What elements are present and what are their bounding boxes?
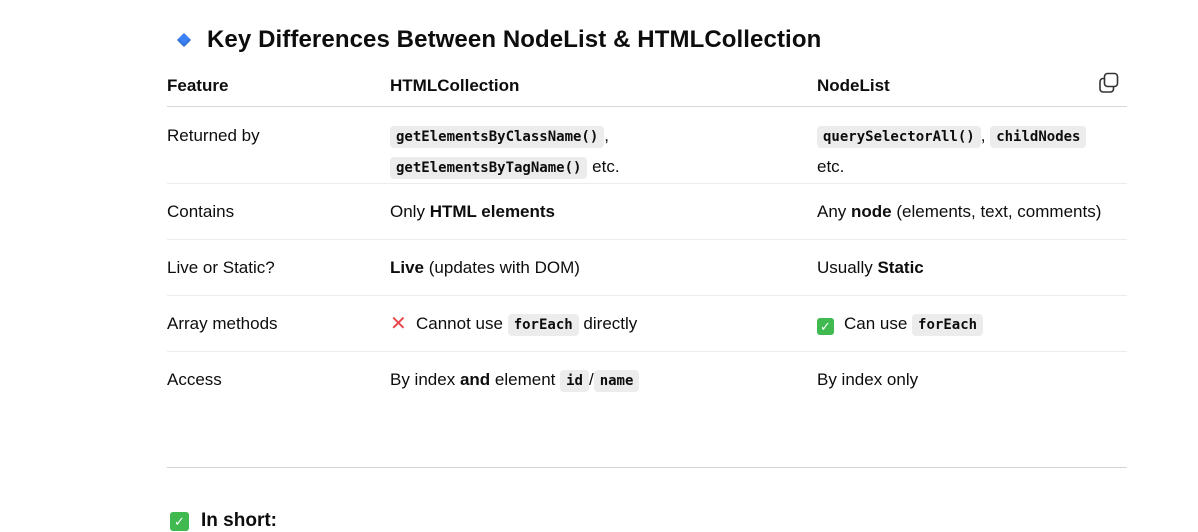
cross-mark-icon: ✕ [390, 313, 407, 335]
htmlcollection-cell: ✕ Cannot use forEach directly [390, 295, 817, 352]
horizontal-divider [167, 467, 1127, 468]
code-snippet: getElementsByClassName() [390, 126, 605, 148]
code-snippet: forEach [507, 314, 579, 336]
nodelist-cell: ✓ Can use forEach [817, 295, 1127, 352]
suffix-text: etc. [587, 157, 620, 176]
code-snippet: getElementsByTagName() [390, 157, 588, 179]
cell-text: Cannot use [416, 314, 508, 333]
cell-text: Any [817, 202, 852, 221]
nodelist-cell: querySelectorAll(), childNodes etc. [817, 106, 1127, 184]
cell-text: (elements, text, comments) [891, 202, 1102, 221]
table-header-row: Feature HTMLCollection NodeList [167, 63, 1127, 107]
htmlcollection-cell: Live (updates with DOM) [390, 239, 817, 296]
feature-cell: Returned by [167, 106, 390, 184]
feature-cell: Array methods [167, 295, 390, 352]
check-mark-icon: ✓ [170, 511, 189, 531]
bold-text: and [459, 370, 491, 389]
column-header-nodelist: NodeList [817, 63, 1127, 107]
column-header-htmlcollection: HTMLCollection [390, 63, 817, 107]
cell-text: Can use [844, 314, 913, 333]
blue-diamond-icon [176, 32, 192, 48]
nodelist-cell: By index only [817, 370, 919, 389]
comparison-table: Feature HTMLCollection NodeList Returned… [167, 63, 1127, 408]
section-heading: Key Differences Between NodeList & HTMLC… [176, 26, 821, 54]
table-row: Access By index and element id / name By i… [167, 352, 1127, 408]
summary-title: In short: [201, 510, 277, 531]
cell-text: (updates with DOM) [424, 258, 580, 277]
cell-text: element [490, 370, 561, 389]
htmlcollection-cell: getElementsByClassName(), getElementsByTa… [390, 106, 817, 184]
nodelist-cell: Usually Static [817, 239, 1127, 296]
separator-text: / [588, 370, 594, 389]
section-title: Key Differences Between NodeList & HTMLC… [207, 26, 822, 53]
separator-text: , [604, 126, 610, 145]
bold-text: Live [390, 258, 425, 277]
table-row: Array methods ✕ Cannot use forEach direct… [167, 295, 1127, 352]
check-mark-icon: ✓ [817, 318, 834, 335]
bold-text: node [851, 202, 892, 221]
separator-text: , [980, 126, 986, 145]
feature-cell: Contains [167, 183, 390, 240]
table-row: Returned by getElementsByClassName(), get… [167, 106, 1127, 184]
cell-text: Usually [817, 258, 878, 277]
nodelist-cell: Any node (elements, text, comments) [817, 183, 1127, 240]
code-snippet: querySelectorAll() [817, 126, 981, 148]
summary-heading: ✓ In short: [170, 510, 277, 532]
column-header-feature: Feature [167, 63, 390, 107]
cell-text: directly [578, 314, 638, 333]
table-row: Contains Only HTML elements Any node (el… [167, 183, 1127, 240]
bold-text: Static [877, 258, 924, 277]
suffix-text: etc. [817, 157, 845, 176]
feature-cell: Live or Static? [167, 239, 390, 296]
feature-cell: Access [167, 370, 222, 389]
code-snippet: childNodes [990, 126, 1087, 148]
cell-text: By index [390, 370, 460, 389]
cell-text: Only [390, 202, 430, 221]
code-snippet: name [593, 370, 640, 392]
htmlcollection-cell: By index and element id / name [390, 352, 817, 408]
code-snippet: forEach [912, 314, 984, 336]
code-snippet: id [560, 370, 589, 392]
bold-text: HTML elements [429, 202, 556, 221]
htmlcollection-cell: Only HTML elements [390, 183, 817, 240]
table-row: Live or Static? Live (updates with DOM) … [167, 239, 1127, 296]
